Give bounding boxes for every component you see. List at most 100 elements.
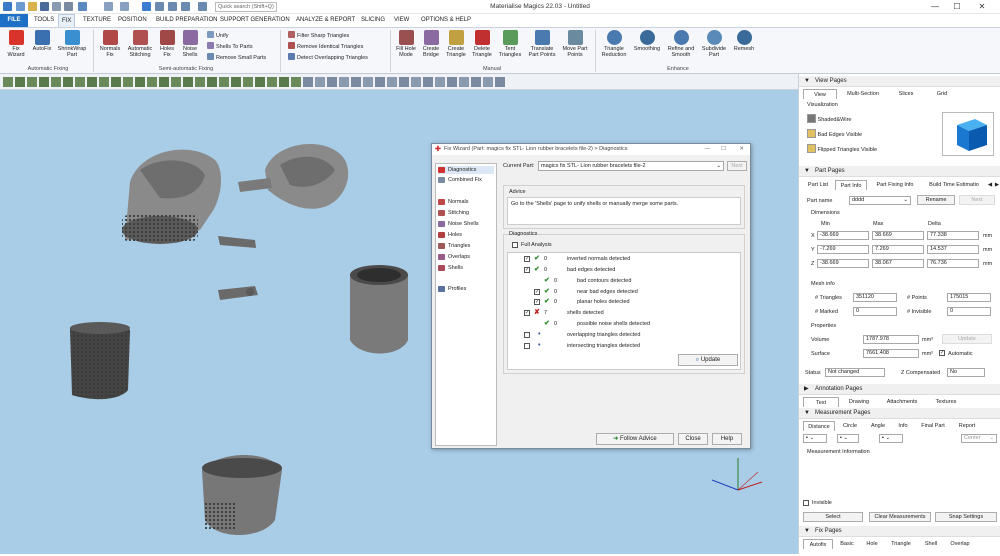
toolbar-tool-icon[interactable]: [399, 77, 409, 87]
fix-wizard-button[interactable]: Fix Wizard: [2, 30, 30, 58]
nav-shells[interactable]: Shells: [438, 264, 463, 272]
tab-tools[interactable]: TOOLS: [31, 14, 57, 27]
tab-overlap[interactable]: Overlap: [945, 539, 975, 549]
flipped-triangles-visible-option[interactable]: Flipped Triangles Visible: [807, 144, 877, 154]
center-select[interactable]: Center ⌄: [961, 434, 997, 443]
toolbar-tool-icon[interactable]: [267, 77, 277, 87]
tab-part-info[interactable]: Part Info: [835, 180, 867, 190]
tab-support-generation[interactable]: SUPPORT GENERATION: [217, 14, 293, 27]
tabs-scroll-right-icon[interactable]: ▶: [993, 180, 1000, 190]
toolbar-tool-icon[interactable]: [99, 77, 109, 87]
tab-distance[interactable]: Distance: [803, 421, 835, 431]
toolbar-tool-icon[interactable]: [459, 77, 469, 87]
nav-combined-fix[interactable]: Combined Fix: [438, 176, 482, 184]
save-icon[interactable]: [40, 2, 49, 11]
holes-fix-button[interactable]: Holes Fix: [156, 30, 178, 58]
measure-snap-select[interactable]: ▪ ⌄: [879, 434, 903, 443]
toolbar-tool-icon[interactable]: [171, 77, 181, 87]
toolbar-tool-icon[interactable]: [471, 77, 481, 87]
tab-analyze-report[interactable]: ANALYZE & REPORT: [293, 14, 358, 27]
toolbar-tool-icon[interactable]: [159, 77, 169, 87]
measure-mode-select[interactable]: ▪ ⌄: [803, 434, 827, 443]
tab-file[interactable]: FILE: [0, 14, 28, 27]
tab-part-fixing-info[interactable]: Part Fixing Info: [869, 180, 921, 190]
toolbar-tool-icon[interactable]: [195, 77, 205, 87]
tab-view[interactable]: View: [803, 89, 837, 99]
autofix-button[interactable]: AutoFix: [30, 30, 54, 52]
nav-overlaps[interactable]: Overlaps: [438, 253, 470, 261]
zoom-view-icon[interactable]: [181, 2, 190, 11]
row-checkbox[interactable]: [524, 332, 530, 338]
shells-to-parts-button[interactable]: Shells To Parts: [207, 42, 253, 51]
remove-small-parts-button[interactable]: Remove Small Parts: [207, 53, 266, 62]
smoothing-button[interactable]: Smoothing: [630, 30, 664, 52]
toolbar-tool-icon[interactable]: [27, 77, 37, 87]
tab-view[interactable]: VIEW: [391, 14, 412, 27]
dialog-maximize-button[interactable]: ☐: [721, 144, 726, 155]
quick-tool-icon[interactable]: [78, 2, 87, 11]
toolbar-tool-icon[interactable]: [303, 77, 313, 87]
row-checkbox[interactable]: ✓: [524, 256, 530, 262]
volume-update-button[interactable]: Update: [942, 334, 992, 344]
quick-search-input[interactable]: Quick search (Shift+Q): [215, 2, 277, 12]
annotation-pages-header[interactable]: ▶ Annotation Pages: [799, 384, 1000, 395]
minimize-button[interactable]: —: [928, 1, 942, 12]
fill-hole-mode-button[interactable]: Fill Hole Mode: [393, 30, 419, 58]
toolbar-tool-icon[interactable]: [87, 77, 97, 87]
tab-part-list[interactable]: Part List: [803, 180, 833, 190]
toolbar-tool-icon[interactable]: [255, 77, 265, 87]
normals-fix-button[interactable]: Normals Fix: [96, 30, 124, 58]
row-checkbox[interactable]: ✓: [534, 299, 540, 305]
tab-fix[interactable]: FIX: [58, 14, 76, 27]
tab-slicing[interactable]: SLICING: [358, 14, 388, 27]
unify-button[interactable]: Unify: [207, 31, 229, 40]
close-window-button[interactable]: ✕: [975, 1, 989, 12]
nav-normals[interactable]: Normals: [438, 198, 468, 206]
delete-triangle-button[interactable]: Delete Triangle: [469, 30, 495, 58]
pan-view-icon[interactable]: [168, 2, 177, 11]
view-pages-header[interactable]: ▼ View Pages: [799, 76, 1000, 87]
toolbar-tool-icon[interactable]: [483, 77, 493, 87]
toolbar-tool-icon[interactable]: [279, 77, 289, 87]
open-folder-icon[interactable]: [28, 2, 37, 11]
tab-info[interactable]: Info: [893, 421, 913, 431]
tab-textures[interactable]: Textures: [927, 397, 965, 407]
dialog-close-icon[interactable]: ✕: [739, 144, 744, 155]
toolbar-tool-icon[interactable]: [63, 77, 73, 87]
toolbar-tool-icon[interactable]: [75, 77, 85, 87]
part-next-button[interactable]: Next: [959, 195, 995, 205]
invisible-checkbox[interactable]: [803, 500, 809, 506]
nav-triangles[interactable]: Triangles: [438, 242, 470, 250]
dialog-next-button[interactable]: Next: [727, 161, 747, 171]
undo-icon[interactable]: [104, 2, 113, 11]
toolbar-tool-icon[interactable]: [15, 77, 25, 87]
rubber-bracelet-bottom[interactable]: [202, 455, 282, 535]
noise-shells-button[interactable]: Noise Shells: [178, 30, 202, 58]
toolbar-tool-icon[interactable]: [51, 77, 61, 87]
filter-sharp-triangles-button[interactable]: Filter Sharp Triangles: [288, 31, 349, 40]
tab-position[interactable]: POSITION: [115, 14, 150, 27]
row-checkbox[interactable]: ✓: [524, 310, 530, 316]
tab-hole[interactable]: Hole: [861, 539, 883, 549]
create-bridge-button[interactable]: Create Bridge: [419, 30, 443, 58]
remove-identical-triangles-button[interactable]: Remove Identical Triangles: [288, 42, 363, 51]
tab-slices[interactable]: Slices: [889, 89, 923, 99]
view-cube[interactable]: [942, 112, 994, 156]
tab-options-help[interactable]: OPTIONS & HELP: [418, 14, 474, 27]
shaded-wire-option[interactable]: Shaded&Wire: [807, 114, 851, 124]
row-checkbox[interactable]: ✓: [534, 289, 540, 295]
nav-profiles[interactable]: Profiles: [438, 285, 466, 293]
tab-text[interactable]: Text: [803, 397, 839, 407]
tab-multi-section[interactable]: Multi-Section: [839, 89, 887, 99]
new-file-icon[interactable]: [16, 2, 25, 11]
small-part-bar[interactable]: [218, 236, 256, 248]
toolbar-tool-icon[interactable]: [135, 77, 145, 87]
toolbar-tool-icon[interactable]: [147, 77, 157, 87]
rotate-view-icon[interactable]: [155, 2, 164, 11]
tab-basic[interactable]: Basic: [835, 539, 859, 549]
measure-type-select[interactable]: ▪ ⌄: [837, 434, 859, 443]
toolbar-tool-icon[interactable]: [327, 77, 337, 87]
row-checkbox[interactable]: [524, 343, 530, 349]
select-button[interactable]: Select: [803, 512, 863, 522]
update-button[interactable]: ⌕ Update: [678, 354, 738, 366]
